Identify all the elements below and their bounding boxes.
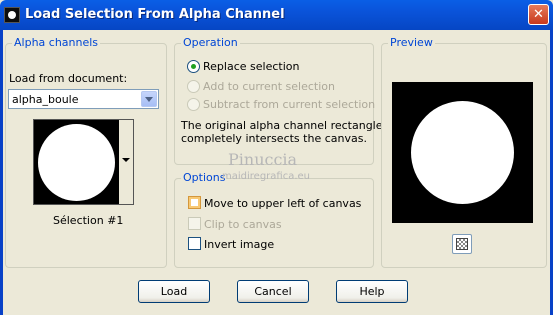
watermark-name: Pinuccia (228, 150, 298, 169)
move-upper-left-checkbox[interactable] (188, 196, 201, 209)
app-icon (4, 7, 20, 23)
preview-circle-shape (411, 101, 514, 204)
document-select-value: alpha_boule (12, 93, 79, 106)
add-selection-radio (187, 80, 200, 93)
clip-to-canvas-checkbox (188, 217, 201, 230)
subtract-selection-radio (187, 98, 200, 111)
preview-canvas (392, 82, 533, 223)
operation-info-line2: completely intersects the canvas. (181, 132, 367, 145)
alpha-channels-legend: Alpha channels (12, 36, 101, 49)
cancel-button[interactable]: Cancel (237, 280, 309, 303)
clip-to-canvas-label: Clip to canvas (204, 218, 282, 231)
preview-legend: Preview (388, 36, 435, 49)
invert-image-label[interactable]: Invert image (204, 238, 274, 251)
window-frame-left (0, 30, 3, 315)
load-button[interactable]: Load (138, 280, 210, 303)
thumbnail-circle-shape (38, 124, 115, 201)
alpha-channel-thumbnail[interactable] (33, 119, 120, 205)
replace-selection-label[interactable]: Replace selection (203, 60, 299, 73)
operation-info-line1: The original alpha channel rectangle (181, 119, 383, 132)
invert-image-checkbox[interactable] (188, 237, 201, 250)
operation-legend: Operation (181, 36, 240, 49)
window-title: Load Selection From Alpha Channel (25, 7, 285, 22)
add-selection-label: Add to current selection (203, 80, 335, 93)
move-upper-left-label[interactable]: Move to upper left of canvas (204, 197, 361, 210)
selection-caption: Sélection #1 (53, 214, 124, 227)
close-button[interactable]: ✕ (528, 4, 549, 25)
options-legend: Options (181, 171, 228, 184)
document-select[interactable]: alpha_boule (8, 89, 159, 109)
preview-zoom-button[interactable] (452, 234, 472, 254)
watermark-url: maidiregrafica.eu (222, 171, 310, 182)
thumbnail-dropdown-button[interactable] (119, 119, 134, 205)
subtract-selection-label: Subtract from current selection (203, 98, 376, 111)
help-button[interactable]: Help (336, 280, 408, 303)
title-bar[interactable]: Load Selection From Alpha Channel ✕ (0, 0, 553, 30)
checkerboard-icon (456, 238, 468, 250)
replace-selection-radio[interactable] (187, 60, 200, 73)
load-from-label: Load from document: (9, 72, 128, 85)
chevron-down-icon[interactable] (141, 91, 157, 107)
